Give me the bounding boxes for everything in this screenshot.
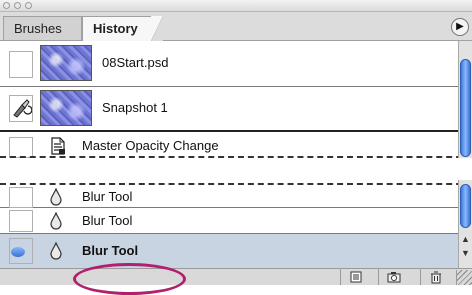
history-state-label: Master Opacity Change bbox=[82, 138, 219, 153]
panel-menu-arrow-icon[interactable]: ▶ bbox=[451, 18, 469, 36]
scroll-down-arrow-icon[interactable]: ▼ bbox=[461, 248, 470, 258]
panel-cut-divider bbox=[0, 183, 472, 185]
new-document-button[interactable] bbox=[340, 269, 370, 285]
history-state-label: Blur Tool bbox=[82, 243, 139, 258]
snapshot-thumbnail bbox=[40, 90, 92, 126]
history-source-checkbox[interactable] bbox=[9, 210, 33, 232]
history-source-checkbox[interactable] bbox=[9, 137, 33, 158]
panel-cut-divider bbox=[0, 156, 472, 158]
resize-grip[interactable] bbox=[456, 270, 472, 285]
vertical-scrollbar[interactable]: ▲ ▼ bbox=[458, 180, 472, 268]
scroll-up-arrow-icon[interactable]: ▲ bbox=[461, 234, 470, 244]
snapshot-label: 08Start.psd bbox=[102, 55, 169, 70]
history-state-row[interactable]: Blur Tool bbox=[0, 186, 458, 208]
history-state-label: Blur Tool bbox=[82, 213, 133, 228]
history-source-checkbox[interactable] bbox=[9, 51, 33, 78]
tab-history[interactable]: History bbox=[82, 16, 163, 41]
panel-bottom-toolbar bbox=[0, 268, 472, 285]
scrollbar-thumb[interactable] bbox=[460, 59, 471, 157]
document-icon bbox=[51, 137, 65, 155]
close-window-button[interactable] bbox=[3, 2, 10, 9]
history-source-checkbox[interactable] bbox=[9, 95, 33, 122]
blur-drop-icon bbox=[50, 212, 62, 230]
history-snapshot-row[interactable]: 08Start.psd bbox=[0, 41, 458, 87]
scrollbar-thumb[interactable] bbox=[460, 184, 471, 228]
snapshot-thumbnail bbox=[40, 45, 92, 81]
window-titlebar bbox=[0, 0, 472, 12]
new-snapshot-button[interactable] bbox=[378, 269, 408, 285]
delete-state-button[interactable] bbox=[420, 269, 450, 285]
panel-tab-strip: Brushes History ▶ bbox=[0, 12, 472, 41]
history-state-row[interactable]: Blur Tool bbox=[0, 208, 458, 234]
blur-drop-icon bbox=[50, 242, 62, 260]
history-panel-bottom: Blur Tool Blur Tool Blur Tool ▲ ▼ bbox=[0, 180, 472, 285]
tab-brushes[interactable]: Brushes bbox=[3, 16, 82, 40]
history-brush-icon bbox=[13, 99, 32, 118]
highlight-ellipse bbox=[73, 263, 186, 295]
blur-drop-icon bbox=[50, 188, 62, 206]
history-state-label: Blur Tool bbox=[82, 189, 133, 204]
minimize-window-button[interactable] bbox=[14, 2, 21, 9]
history-snapshot-row[interactable]: Snapshot 1 bbox=[0, 87, 458, 132]
history-source-checkbox[interactable] bbox=[9, 238, 33, 264]
slider-handle-icon bbox=[11, 247, 25, 257]
new-document-icon bbox=[350, 271, 361, 283]
zoom-window-button[interactable] bbox=[25, 2, 32, 9]
vertical-scrollbar[interactable] bbox=[458, 41, 472, 158]
history-source-checkbox[interactable] bbox=[9, 187, 33, 208]
snapshot-label: Snapshot 1 bbox=[102, 100, 168, 115]
trash-icon bbox=[430, 271, 441, 283]
history-state-row-selected[interactable]: Blur Tool bbox=[0, 234, 458, 268]
history-state-row[interactable]: Master Opacity Change bbox=[0, 134, 458, 158]
history-panel-top: Brushes History ▶ 08Start.psd Snapshot 1 bbox=[0, 0, 472, 158]
camera-icon bbox=[387, 272, 400, 283]
